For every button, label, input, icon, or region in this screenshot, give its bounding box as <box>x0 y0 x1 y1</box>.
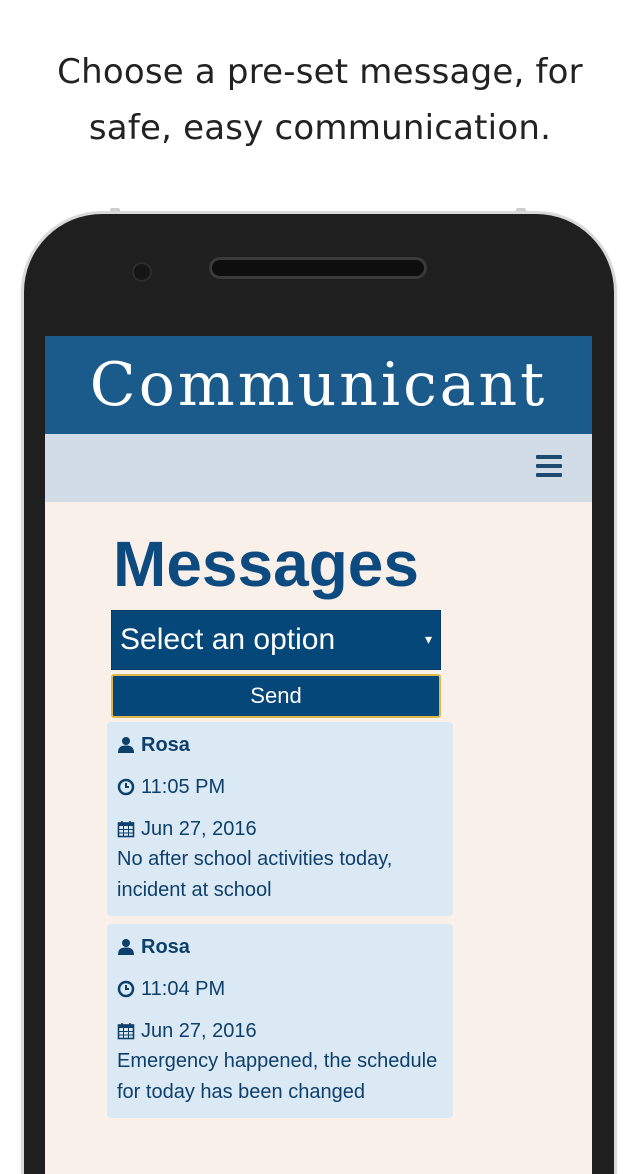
send-button[interactable]: Send <box>111 674 441 718</box>
main-content: Messages Select an option ▾ Send <box>111 526 451 718</box>
message-sender: Rosa <box>141 733 190 756</box>
message-date-row: Jun 27, 2016 <box>117 814 443 844</box>
message-sender-row: Rosa <box>117 932 443 962</box>
earpiece-speaker <box>212 260 424 276</box>
calendar-icon <box>117 821 135 838</box>
message-time-row: 11:04 PM <box>117 974 443 1004</box>
user-icon <box>118 939 134 955</box>
message-card: Rosa 11:05 PM Jun 27, 2016 No after scho… <box>107 722 453 916</box>
navbar <box>45 434 592 502</box>
promo-line-2: safe, easy communication. <box>88 108 552 148</box>
app-title: Communicant <box>89 350 548 420</box>
message-sender-row: Rosa <box>117 730 443 760</box>
promo-caption: Choose a pre-set message, for safe, easy… <box>0 44 640 156</box>
message-time-row: 11:05 PM <box>117 772 443 802</box>
dropdown-arrow-icon: ▾ <box>424 631 432 647</box>
page-title: Messages <box>113 528 419 600</box>
message-text: No after school activities today, incide… <box>117 848 393 901</box>
app-header: Communicant <box>45 336 592 434</box>
message-date: Jun 27, 2016 <box>141 817 257 840</box>
calendar-icon <box>117 1023 135 1040</box>
clock-icon <box>117 778 135 796</box>
message-select-value: Select an option <box>120 623 336 656</box>
message-list: Rosa 11:05 PM Jun 27, 2016 No after scho… <box>107 722 453 1126</box>
message-time: 11:04 PM <box>141 977 226 1000</box>
clock-icon <box>117 980 135 998</box>
user-icon <box>118 737 134 753</box>
promo-line-1: Choose a pre-set message, for <box>57 52 583 92</box>
message-date-row: Jun 27, 2016 <box>117 1016 443 1046</box>
app-screen: Communicant Messages Select an option ▾ … <box>45 336 592 1174</box>
message-select[interactable]: Select an option ▾ <box>111 610 441 670</box>
message-date: Jun 27, 2016 <box>141 1019 257 1042</box>
message-sender: Rosa <box>141 935 190 958</box>
hamburger-menu-icon[interactable] <box>536 455 562 477</box>
message-time: 11:05 PM <box>141 775 226 798</box>
front-camera-icon <box>132 262 152 282</box>
phone-frame: Communicant Messages Select an option ▾ … <box>24 214 614 1174</box>
message-text: Emergency happened, the schedule for tod… <box>117 1050 438 1103</box>
message-card: Rosa 11:04 PM Jun 27, 2016 Emergency hap… <box>107 924 453 1118</box>
